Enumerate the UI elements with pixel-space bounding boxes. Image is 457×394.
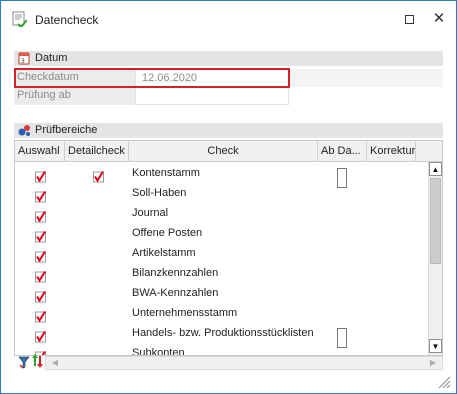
pruefbereiche-section-header[interactable]: Prüfbereiche <box>14 123 443 138</box>
grid-header-row: Auswahl Detailcheck Check Ab Da... Korre… <box>15 141 442 162</box>
check-name: Subkonten <box>132 347 185 356</box>
table-row[interactable]: Offene Posten <box>15 223 428 243</box>
calendar-icon: 3 <box>18 52 30 65</box>
checkdatum-highlight-box <box>14 68 290 88</box>
table-row[interactable]: Soll-Haben <box>15 183 428 203</box>
close-button[interactable]: ✕ <box>429 9 449 29</box>
check-name: Offene Posten <box>132 227 203 239</box>
table-row[interactable]: Unternehmensstamm <box>15 303 428 323</box>
check-name: BWA-Kennzahlen <box>132 287 219 299</box>
check-name: Bilanzkennzahlen <box>132 267 219 279</box>
check-name: Unternehmensstamm <box>132 307 238 319</box>
table-row[interactable]: BWA-Kennzahlen <box>15 283 428 303</box>
pruefung-ab-row: Prüfung ab <box>14 87 443 105</box>
scroll-up-button[interactable]: ▲ <box>429 162 442 176</box>
datencheck-window: Datencheck ✕ 3 Datum Checkdatum 12.06.20… <box>0 0 457 394</box>
col-korrektur-header[interactable]: Korrektur <box>367 141 416 162</box>
check-name: Soll-Haben <box>132 187 187 199</box>
svg-text:3: 3 <box>21 58 25 65</box>
close-icon: ✕ <box>432 10 446 27</box>
check-name: Artikelstamm <box>132 247 196 259</box>
col-check-header[interactable]: Check <box>129 141 318 162</box>
maximize-button[interactable] <box>399 9 419 29</box>
pruefbereiche-grid: Auswahl Detailcheck Check Ab Da... Korre… <box>14 140 443 356</box>
pruefung-ab-label: Prüfung ab <box>14 87 135 105</box>
table-row[interactable]: Kontenstamm <box>15 163 428 188</box>
datum-section-header[interactable]: 3 Datum <box>14 51 443 66</box>
col-auswahl-header[interactable]: Auswahl <box>15 141 65 162</box>
bubbles-icon <box>18 125 30 136</box>
scroll-right-button[interactable]: ▶ <box>426 357 440 369</box>
grid-horizontal-scrollbar[interactable]: ◀ ▶ <box>45 356 443 370</box>
scroll-down-button[interactable]: ▼ <box>429 339 442 353</box>
table-row[interactable]: Subkonten <box>15 343 428 356</box>
checkdatum-empty-area <box>289 69 443 87</box>
form-check-icon <box>12 11 27 27</box>
window-title: Datencheck <box>35 13 99 27</box>
filter-icon[interactable] <box>18 356 30 369</box>
check-name: Handels- bzw. Produktionsstücklisten <box>132 327 314 339</box>
maximize-icon <box>404 15 414 24</box>
grid-vertical-scrollbar[interactable]: ▲ ▼ <box>428 162 442 355</box>
pruefbereiche-header-label: Prüfbereiche <box>35 124 98 136</box>
datum-header-label: Datum <box>35 52 68 64</box>
col-ab-datum-header[interactable]: Ab Da... <box>318 141 367 162</box>
sort-icon[interactable] <box>31 353 44 369</box>
pruefung-ab-empty-area <box>289 87 443 105</box>
check-name: Kontenstamm <box>132 167 200 179</box>
scroll-left-button[interactable]: ◀ <box>48 357 62 369</box>
title-bar: Datencheck ✕ <box>1 1 456 37</box>
check-name: Journal <box>132 207 169 219</box>
col-detailcheck-header[interactable]: Detailcheck <box>65 141 129 162</box>
scroll-thumb[interactable] <box>430 178 441 264</box>
table-row[interactable]: Bilanzkennzahlen <box>15 263 428 283</box>
pruefung-ab-field[interactable] <box>135 87 289 105</box>
table-row[interactable]: Journal <box>15 203 428 223</box>
resize-grip-icon[interactable] <box>437 375 451 389</box>
grid-footer-icons <box>18 353 44 371</box>
table-row[interactable]: Artikelstamm <box>15 243 428 263</box>
table-row[interactable]: Handels- bzw. Produktionsstücklisten <box>15 323 428 348</box>
